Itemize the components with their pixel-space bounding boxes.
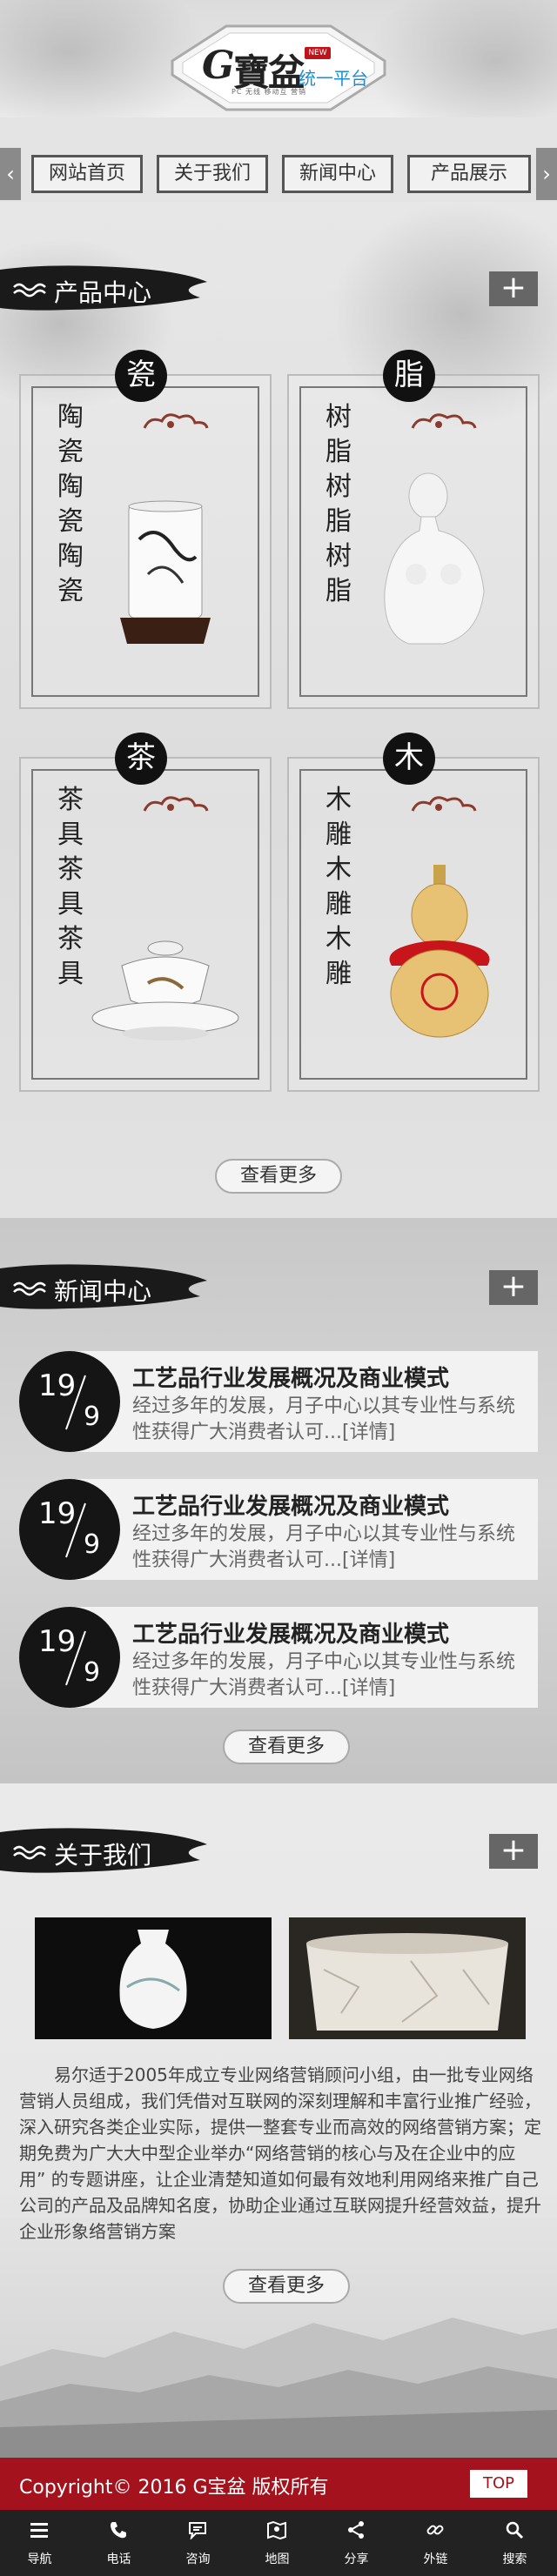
product-badge: 瓷	[115, 350, 167, 402]
header: G 寶盆 NEW 统一平台 PC 无线 移动互 营销	[0, 0, 557, 117]
message-icon	[189, 2522, 206, 2539]
nav-item-products[interactable]: 产品展示	[407, 155, 531, 193]
cloud-ornament-icon	[143, 413, 209, 429]
section-title: 新闻中心	[54, 1277, 152, 1306]
product-label: 陶瓷陶瓷陶瓷	[57, 402, 84, 606]
map-icon	[267, 2520, 286, 2539]
tab-phone[interactable]: 电话	[79, 2510, 158, 2576]
back-to-top-button[interactable]: TOP	[470, 2470, 527, 2498]
about-image-vase	[35, 1917, 272, 2039]
news-title[interactable]: 工艺品行业发展概况及商业模式	[132, 1361, 449, 1393]
link-icon	[426, 2525, 444, 2535]
nav-prev-arrow-icon[interactable]: ‹	[0, 148, 21, 200]
wave-icon	[13, 1845, 46, 1860]
wave-icon	[13, 1281, 46, 1296]
news-summary: 经过多年的发展，月子中心以其专业性与系统性获得广大消费者认可...[详情]	[132, 1523, 516, 1571]
tab-nav[interactable]: 导航	[0, 2510, 79, 2576]
about-header: 关于我们 +	[0, 1825, 557, 1877]
news-month: 9	[84, 1657, 101, 1688]
tab-label: 地图	[265, 2553, 290, 2566]
nav-item-about[interactable]: 关于我们	[157, 155, 268, 193]
tab-label: 外链	[423, 2553, 448, 2566]
product-label: 木雕木雕木雕	[325, 785, 352, 989]
tab-search[interactable]: 搜索	[475, 2510, 554, 2576]
nav-item-home[interactable]: 网站首页	[31, 155, 143, 193]
tab-label: 咨询	[185, 2553, 211, 2566]
teaware-image	[91, 940, 239, 1040]
products-header: 产品中心 +	[0, 263, 557, 315]
product-label: 树脂树脂树脂	[325, 402, 352, 606]
tab-label: 导航	[27, 2553, 52, 2566]
news-title[interactable]: 工艺品行业发展概况及商业模式	[132, 1489, 449, 1521]
news-header: 新闻中心 +	[0, 1261, 557, 1314]
phone-icon	[111, 2522, 126, 2539]
resin-statue-image	[384, 472, 485, 645]
product-badge: 茶	[115, 733, 167, 785]
about-image-pot	[289, 1917, 526, 2039]
tab-share[interactable]: 分享	[317, 2510, 396, 2576]
tab-label: 搜索	[502, 2553, 527, 2566]
logo-slogan: 统一平台	[299, 68, 368, 89]
gourd-carving-image	[389, 865, 490, 1038]
copyright: Copyright© 2016 G宝盆 版权所有	[19, 2477, 329, 2499]
products-more-plus-button[interactable]: +	[489, 271, 538, 306]
main-nav: ‹ 网站首页 关于我们 新闻中心 产品展示 ›	[0, 148, 557, 200]
about-more-plus-button[interactable]: +	[489, 1834, 538, 1869]
bottom-tab-bar: 导航 电话 咨询 地图 分享 外链 搜索	[0, 2510, 557, 2576]
footer: Copyright© 2016 G宝盆 版权所有 TOP	[0, 2458, 557, 2510]
search-icon	[506, 2521, 524, 2539]
menu-icon	[30, 2523, 48, 2538]
nav-item-news[interactable]: 新闻中心	[282, 155, 393, 193]
tab-map[interactable]: 地图	[238, 2510, 317, 2576]
cloud-ornament-icon	[411, 413, 477, 429]
cloud-ornament-icon	[143, 796, 209, 812]
product-badge: 木	[383, 733, 435, 785]
logo-subtitle: PC 无线 移动互 营销	[232, 88, 307, 96]
great-wall-backdrop	[0, 2318, 557, 2458]
tab-consult[interactable]: 咨询	[158, 2510, 238, 2576]
about-description: 易尔适于2005年成立专业网络营销顾问小组，由一批专业网络营销人员组成，我们凭借…	[19, 2064, 541, 2242]
tab-label: 电话	[106, 2553, 131, 2566]
news-view-more-button[interactable]: 查看更多	[223, 1730, 350, 1764]
tab-label: 分享	[344, 2553, 369, 2566]
news-month: 9	[84, 1402, 101, 1432]
news-date-badge: 19 9	[19, 1351, 120, 1452]
about-view-more-button[interactable]: 查看更多	[223, 2269, 350, 2304]
news-month: 9	[84, 1529, 101, 1560]
news-more-plus-button[interactable]: +	[489, 1270, 538, 1305]
section-title: 产品中心	[54, 278, 152, 307]
porcelain-vase-image	[120, 500, 211, 644]
section-title: 关于我们	[54, 1841, 152, 1870]
share-icon	[348, 2521, 364, 2539]
news-date-badge: 19 9	[19, 1607, 120, 1708]
product-badge: 脂	[383, 350, 435, 402]
news-summary: 经过多年的发展，月子中心以其专业性与系统性获得广大消费者认可...[详情]	[132, 1395, 516, 1443]
cloud-ornament-icon	[411, 796, 477, 812]
wave-icon	[13, 283, 46, 298]
tab-external-link[interactable]: 外链	[396, 2510, 475, 2576]
news-date-badge: 19 9	[19, 1479, 120, 1580]
nav-next-arrow-icon[interactable]: ›	[536, 148, 557, 200]
news-summary: 经过多年的发展，月子中心以其专业性与系统性获得广大消费者认可...[详情]	[132, 1651, 516, 1699]
new-badge: NEW	[305, 47, 331, 59]
products-view-more-button[interactable]: 查看更多	[215, 1159, 342, 1194]
news-title[interactable]: 工艺品行业发展概况及商业模式	[132, 1616, 449, 1649]
logo-letter: G	[202, 43, 235, 88]
